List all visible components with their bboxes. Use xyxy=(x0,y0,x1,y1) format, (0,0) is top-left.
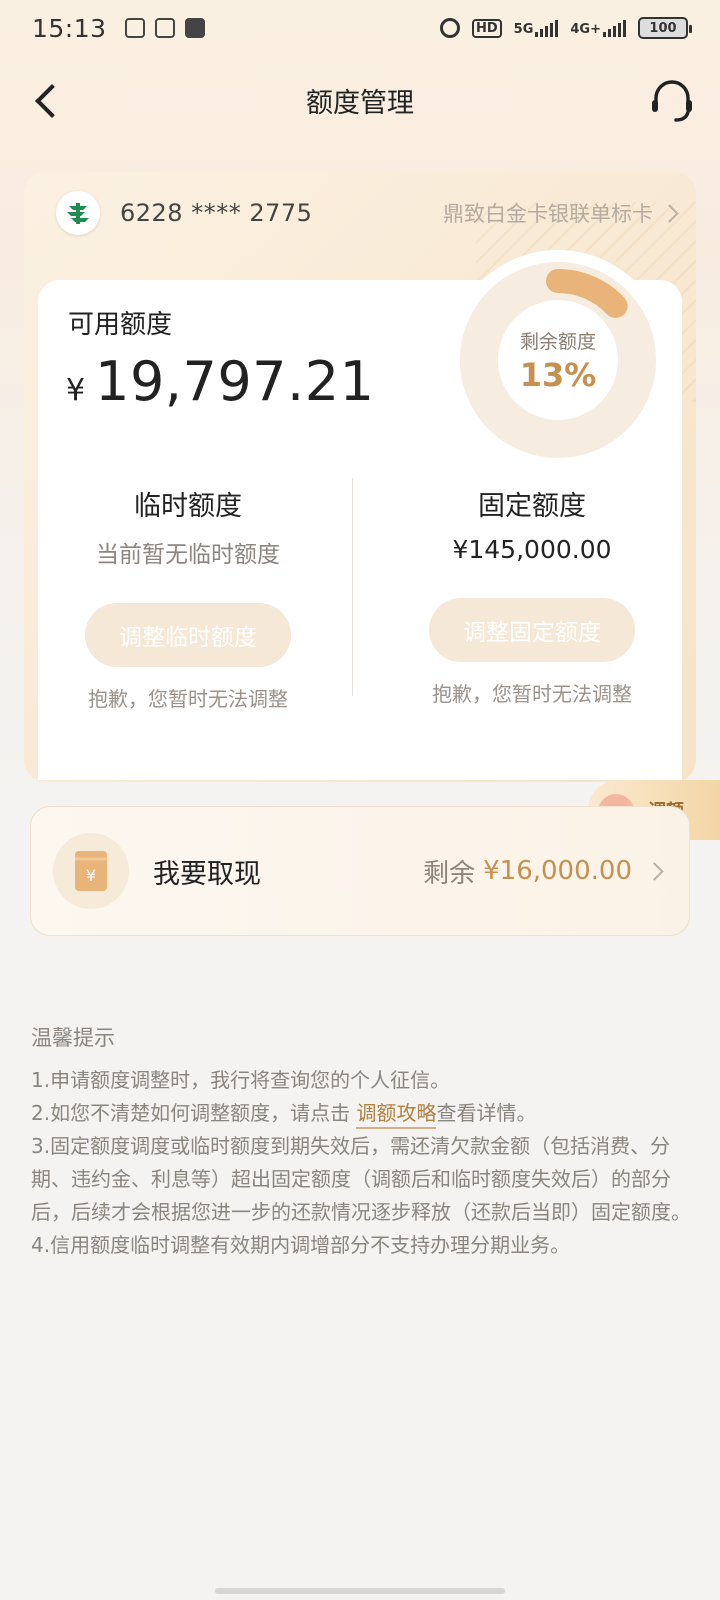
cash-withdrawal-label: 我要取现 xyxy=(153,858,261,890)
network-type-label: 5G xyxy=(513,22,534,37)
battery-icon: 100 xyxy=(638,17,692,39)
network-type-label-2: 4G+ xyxy=(570,22,601,37)
cash-document-icon: ¥ xyxy=(53,833,129,909)
customer-service-icon[interactable] xyxy=(648,76,696,124)
temporary-limit-note: 抱歉，您暂时无法调整 xyxy=(88,687,288,711)
card-header[interactable]: 6228 **** 2775 鼎致白金卡银联单标卡 xyxy=(56,188,679,238)
cash-withdrawal-row[interactable]: ¥ 我要取现 剩余 ¥16,000.00 xyxy=(30,806,690,936)
remaining-limit-ring: 剩余额度 13% xyxy=(448,250,668,470)
nav-bar: 额度管理 xyxy=(0,68,720,132)
card-number: 6228 **** 2775 xyxy=(120,199,313,227)
currency-symbol: ¥ xyxy=(66,373,86,408)
card-type-link[interactable]: 鼎致白金卡银联单标卡 xyxy=(443,198,679,228)
signal-bars-icon xyxy=(535,19,559,37)
remaining-limit-label: 剩余额度 xyxy=(519,330,596,353)
tips-section: 温馨提示 1.申请额度调整时，我行将查询您的个人征信。 2.如您不清楚如何调整额… xyxy=(31,1022,691,1262)
signal-5g: 5G xyxy=(514,19,559,37)
column-divider xyxy=(352,478,353,696)
available-limit-label: 可用额度 xyxy=(68,310,173,340)
chevron-right-icon xyxy=(645,861,664,881)
available-limit-amount: ¥ 19,797.21 xyxy=(66,350,374,413)
signal-4g: 4G+ xyxy=(570,19,626,37)
clipboard-check-icon xyxy=(154,18,175,38)
adjust-fixed-limit-button[interactable]: 调整固定额度 xyxy=(429,598,635,662)
cash-remaining: 剩余 ¥16,000.00 xyxy=(423,853,664,890)
temporary-limit-title: 临时额度 xyxy=(134,491,242,522)
battery-level: 100 xyxy=(649,20,677,36)
card-type-label: 鼎致白金卡银联单标卡 xyxy=(443,202,653,226)
status-bar: 15:13 HD 5G 4G+ 100 xyxy=(0,0,720,56)
status-right: HD 5G 4G+ 100 xyxy=(440,17,692,39)
fixed-limit-amount: ¥145,000.00 xyxy=(452,535,612,564)
tips-title: 温馨提示 xyxy=(31,1026,115,1050)
home-indicator[interactable] xyxy=(215,1588,505,1594)
remaining-limit-percent: 13% xyxy=(519,355,597,394)
notification-icons xyxy=(124,18,205,38)
app-notification-icon xyxy=(124,18,145,38)
svg-text:¥: ¥ xyxy=(86,866,96,885)
page-title: 额度管理 xyxy=(306,87,414,119)
hd-icon: HD xyxy=(472,18,502,38)
limit-summary-card: 可用额度 ¥ 19,797.21 剩余额度 13% 临时额度 当前暂无临时额度 … xyxy=(38,250,682,780)
cash-remaining-amount: ¥16,000.00 xyxy=(483,856,632,886)
fixed-limit-title: 固定额度 xyxy=(478,491,586,522)
status-time: 15:13 xyxy=(32,13,107,43)
available-amount-value: 19,797.21 xyxy=(95,350,375,413)
adjust-guide-link[interactable]: 调额攻略 xyxy=(356,1101,437,1129)
tip-item-2: 2.如您不清楚如何调整额度，请点击 调额攻略查看详情。 xyxy=(31,1097,691,1130)
tip-item-2-prefix: 2.如您不清楚如何调整额度，请点击 xyxy=(31,1101,357,1125)
tip-item-1: 1.申请额度调整时，我行将查询您的个人征信。 xyxy=(31,1068,451,1092)
alarm-icon xyxy=(440,18,460,38)
chevron-right-icon xyxy=(660,203,679,223)
tip-item-2-suffix: 查看详情。 xyxy=(436,1101,537,1125)
cash-remaining-prefix: 剩余 xyxy=(423,858,476,889)
signal-bars-icon-2 xyxy=(603,19,626,37)
bank-logo-icon xyxy=(56,191,100,235)
fixed-limit-note: 抱歉，您暂时无法调整 xyxy=(432,682,632,706)
fixed-limit-column: 固定额度 ¥145,000.00 调整固定额度 抱歉，您暂时无法调整 xyxy=(382,484,682,707)
temporary-limit-column: 临时额度 当前暂无临时额度 调整临时额度 抱歉，您暂时无法调整 xyxy=(38,484,338,712)
tip-item-4: 4.信用额度临时调整有效期内调增部分不支持办理分期业务。 xyxy=(31,1233,571,1257)
back-button[interactable] xyxy=(28,80,68,120)
square-notification-icon xyxy=(184,18,205,38)
temporary-limit-status: 当前暂无临时额度 xyxy=(96,542,280,568)
tip-item-3: 3.固定额度调度或临时额度到期失效后，需还清欠款金额（包括消费、分期、违约金、利… xyxy=(31,1134,691,1224)
adjust-temporary-limit-button[interactable]: 调整临时额度 xyxy=(85,603,291,667)
ring-center: 剩余额度 13% xyxy=(448,250,668,470)
